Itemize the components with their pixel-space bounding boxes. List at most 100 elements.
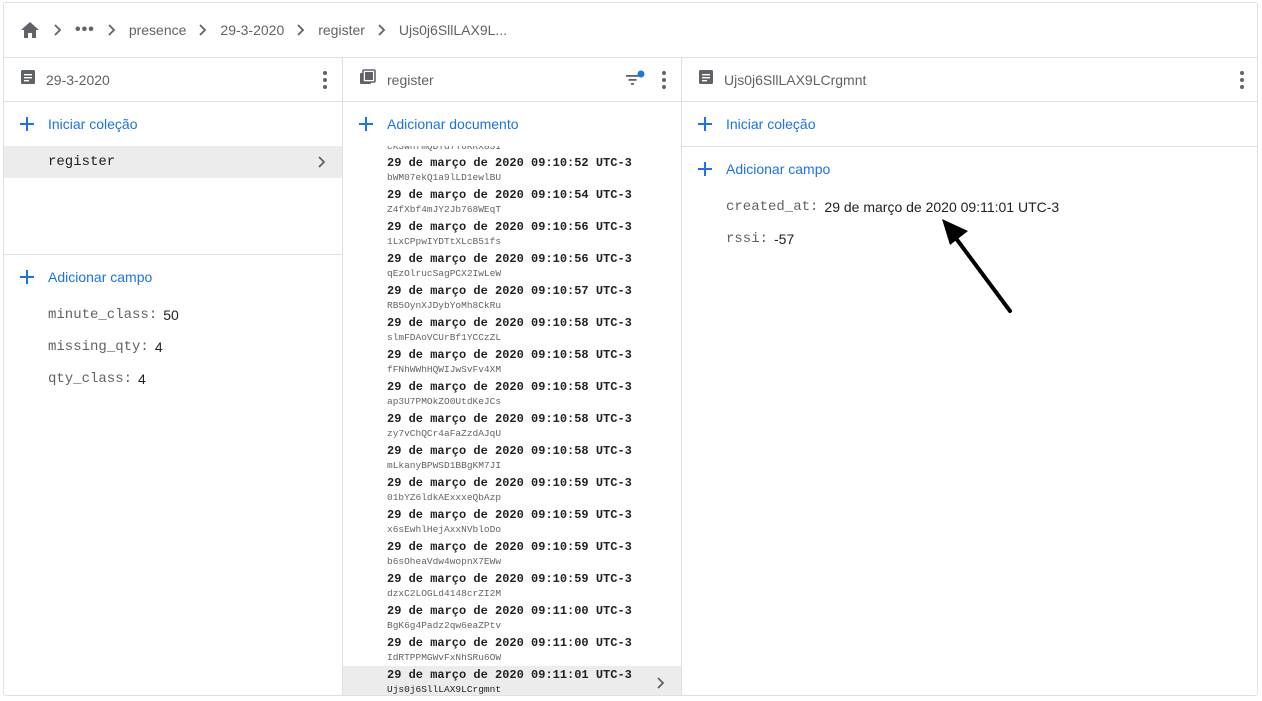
- add-document-button[interactable]: Adicionar documento: [343, 102, 681, 146]
- list-item[interactable]: 29 de março de 2020 09:10:58 UTC-3 fFNhWW…: [343, 346, 681, 378]
- panel-title: Ujs0j6SllLAX9LCrgmnt: [724, 71, 867, 88]
- list-item[interactable]: 29 de março de 2020 09:10:59 UTC-3 dzxC2L…: [343, 570, 681, 602]
- document-timestamp: 29 de março de 2020 09:10:52 UTC-3: [387, 156, 632, 170]
- plus-icon: [20, 270, 34, 284]
- breadcrumb-item[interactable]: 29-3-2020: [220, 22, 284, 38]
- document-id: zy7vChQCr4aFaZzdAJqU: [387, 428, 502, 439]
- more-vert-icon[interactable]: [661, 70, 667, 90]
- document-id: b6sOheaVdw4wopnX7EWw: [387, 556, 502, 567]
- list-item[interactable]: 29 de março de 2020 09:10:59 UTC-3 b6sOhe…: [343, 538, 681, 570]
- document-id: 01bYZ6ldkAExxxeQbAzp: [387, 492, 502, 503]
- field-value: 4: [154, 339, 163, 355]
- selected-document-panel: Ujs0j6SllLAX9LCrgmnt Iniciar coleção Adi…: [682, 58, 1257, 695]
- document-timestamp: 29 de março de 2020 09:11:00 UTC-3: [387, 636, 632, 650]
- document-timestamp: 29 de março de 2020 09:10:56 UTC-3: [387, 252, 632, 266]
- list-item[interactable]: 29 de março de 2020 09:11:00 UTC-3 BgK6g4…: [343, 602, 681, 634]
- document-id: x6sEwhlHejAxxNVbloDo: [387, 524, 502, 535]
- document-timestamp: 29 de março de 2020 09:10:59 UTC-3: [387, 540, 632, 554]
- document-timestamp: 29 de março de 2020 09:10:56 UTC-3: [387, 220, 632, 234]
- filter-icon[interactable]: [625, 70, 645, 88]
- list-item[interactable]: 29 de março de 2020 09:11:00 UTC-3 IdRTPP…: [343, 634, 681, 666]
- add-document-label: Adicionar documento: [387, 116, 519, 132]
- breadcrumb-item-current[interactable]: Ujs0j6SllLAX9L...: [399, 22, 507, 38]
- field-row[interactable]: qty_class: 4: [4, 363, 342, 395]
- list-item-selected[interactable]: 29 de março de 2020 09:11:01 UTC-3 Ujs0j6…: [343, 666, 681, 695]
- list-item[interactable]: 29 de março de 2020 09:10:59 UTC-3 x6sEwh…: [343, 506, 681, 538]
- start-collection-label: Iniciar coleção: [726, 116, 816, 132]
- plus-icon: [20, 117, 34, 131]
- document-id: Z4fXbf4mJY2Jb768WEqT: [387, 204, 502, 215]
- more-vert-icon[interactable]: [1239, 70, 1245, 90]
- document-id: BgK6g4Padz2qw6eaZPtv: [387, 620, 502, 631]
- document-id: IdRTPPMGWvFxNhSRu6OW: [387, 652, 502, 663]
- list-item[interactable]: 29 de março de 2020 09:10:57 UTC-3 RB5Oyn…: [343, 282, 681, 314]
- document-timestamp: 29 de março de 2020 09:10:59 UTC-3: [387, 508, 632, 522]
- document-timestamp: 29 de março de 2020 09:11:00 UTC-3: [387, 604, 632, 618]
- document-id: dzxC2LOGLd4148crZI2M: [387, 588, 502, 599]
- collection-icon: [359, 69, 377, 90]
- start-collection-button[interactable]: Iniciar coleção: [682, 102, 1257, 147]
- field-key: minute_class:: [48, 307, 158, 323]
- panel-header: Ujs0j6SllLAX9LCrgmnt: [682, 58, 1257, 102]
- list-item[interactable]: 29 de março de 2020 09:10:58 UTC-3 slmFDA…: [343, 314, 681, 346]
- list-item[interactable]: 29 de março de 2020 09:10:58 UTC-3 ap3U7P…: [343, 378, 681, 410]
- add-field-button[interactable]: Adicionar campo: [682, 147, 1257, 191]
- list-item[interactable]: 29 de março de 2020 09:10:59 UTC-3 01bYZ6…: [343, 474, 681, 506]
- list-item[interactable]: 29 de março de 2020 09:10:58 UTC-3 zy7vCh…: [343, 410, 681, 442]
- annotation-arrow-icon: [942, 219, 1012, 313]
- document-id: bWM07ekQ1a9lLD1ewlBU: [387, 172, 502, 183]
- document-id: fFNhWWhHQWIJwSvFv4XM: [387, 364, 502, 375]
- start-collection-button[interactable]: Iniciar coleção: [4, 102, 342, 146]
- document-id: slmFDAoVCUrBf1YCCzZL: [387, 332, 502, 343]
- document-icon: [698, 69, 714, 90]
- collection-label: register: [48, 154, 116, 170]
- document-icon: [20, 69, 36, 90]
- document-timestamp: 29 de março de 2020 09:10:58 UTC-3: [387, 316, 632, 330]
- divider: Adicionar campo minute_class: 50 missing_…: [4, 254, 342, 395]
- document-timestamp: 29 de março de 2020 09:10:59 UTC-3: [387, 476, 632, 490]
- plus-icon: [698, 162, 712, 176]
- breadcrumb: ••• presence 29-3-2020 register Ujs0j6Sl…: [4, 3, 1257, 58]
- list-item[interactable]: 29 de março de 2020 09:10:54 UTC-3 Z4fXbf…: [343, 186, 681, 218]
- field-key: created_at:: [726, 199, 819, 215]
- breadcrumb-item[interactable]: register: [318, 22, 365, 38]
- field-key: qty_class:: [48, 371, 133, 387]
- field-key: rssi:: [726, 231, 769, 247]
- breadcrumb-more[interactable]: •••: [75, 21, 95, 39]
- panel-header: register: [343, 58, 681, 102]
- breadcrumb-item[interactable]: presence: [129, 22, 187, 38]
- start-collection-label: Iniciar coleção: [48, 116, 138, 132]
- panel-title: 29-3-2020: [46, 71, 110, 88]
- list-item-partial: cK3wnfmQDTd7T6KRX83I: [343, 146, 681, 154]
- add-field-label: Adicionar campo: [48, 269, 153, 285]
- collection-panel: register Adicionar documento cK3wnfmQDTd…: [343, 58, 682, 695]
- list-item[interactable]: 29 de março de 2020 09:10:52 UTC-3 bWM07e…: [343, 154, 681, 186]
- field-value: 4: [138, 371, 146, 387]
- more-vert-icon[interactable]: [322, 70, 328, 90]
- field-row[interactable]: minute_class: 50: [4, 299, 342, 331]
- document-timestamp: 29 de março de 2020 09:10:59 UTC-3: [387, 572, 632, 586]
- list-item[interactable]: 29 de março de 2020 09:10:56 UTC-3 qEzOlr…: [343, 250, 681, 282]
- home-icon[interactable]: [19, 20, 41, 40]
- chevron-right-icon: [186, 24, 220, 36]
- document-timestamp: 29 de março de 2020 09:10:58 UTC-3: [387, 380, 632, 394]
- document-id: cK3wnfmQDTd7T6KRX83I: [387, 146, 502, 152]
- document-timestamp: 29 de março de 2020 09:11:01 UTC-3: [387, 668, 632, 682]
- chevron-right-icon: [365, 24, 399, 36]
- document-timestamp: 29 de março de 2020 09:10:57 UTC-3: [387, 284, 632, 298]
- field-row[interactable]: missing_qty: 4: [4, 331, 342, 363]
- firestore-data-viewer: ••• presence 29-3-2020 register Ujs0j6Sl…: [3, 2, 1258, 696]
- list-item[interactable]: 29 de março de 2020 09:10:56 UTC-3 1LxCPp…: [343, 218, 681, 250]
- plus-icon: [698, 117, 712, 131]
- document-timestamp: 29 de março de 2020 09:10:58 UTC-3: [387, 348, 632, 362]
- field-value: 50: [163, 307, 179, 323]
- chevron-right-icon: [41, 24, 75, 36]
- document-id: qEzOlrucSagPCX2IwLeW: [387, 268, 502, 279]
- chevron-right-icon: [284, 24, 318, 36]
- chevron-right-icon: [655, 676, 667, 689]
- collection-item-register[interactable]: register: [4, 146, 342, 178]
- list-item[interactable]: 29 de março de 2020 09:10:58 UTC-3 mLkany…: [343, 442, 681, 474]
- chevron-right-icon: [95, 24, 129, 36]
- add-field-button[interactable]: Adicionar campo: [4, 255, 342, 299]
- document-list[interactable]: cK3wnfmQDTd7T6KRX83I 29 de março de 2020…: [343, 146, 681, 695]
